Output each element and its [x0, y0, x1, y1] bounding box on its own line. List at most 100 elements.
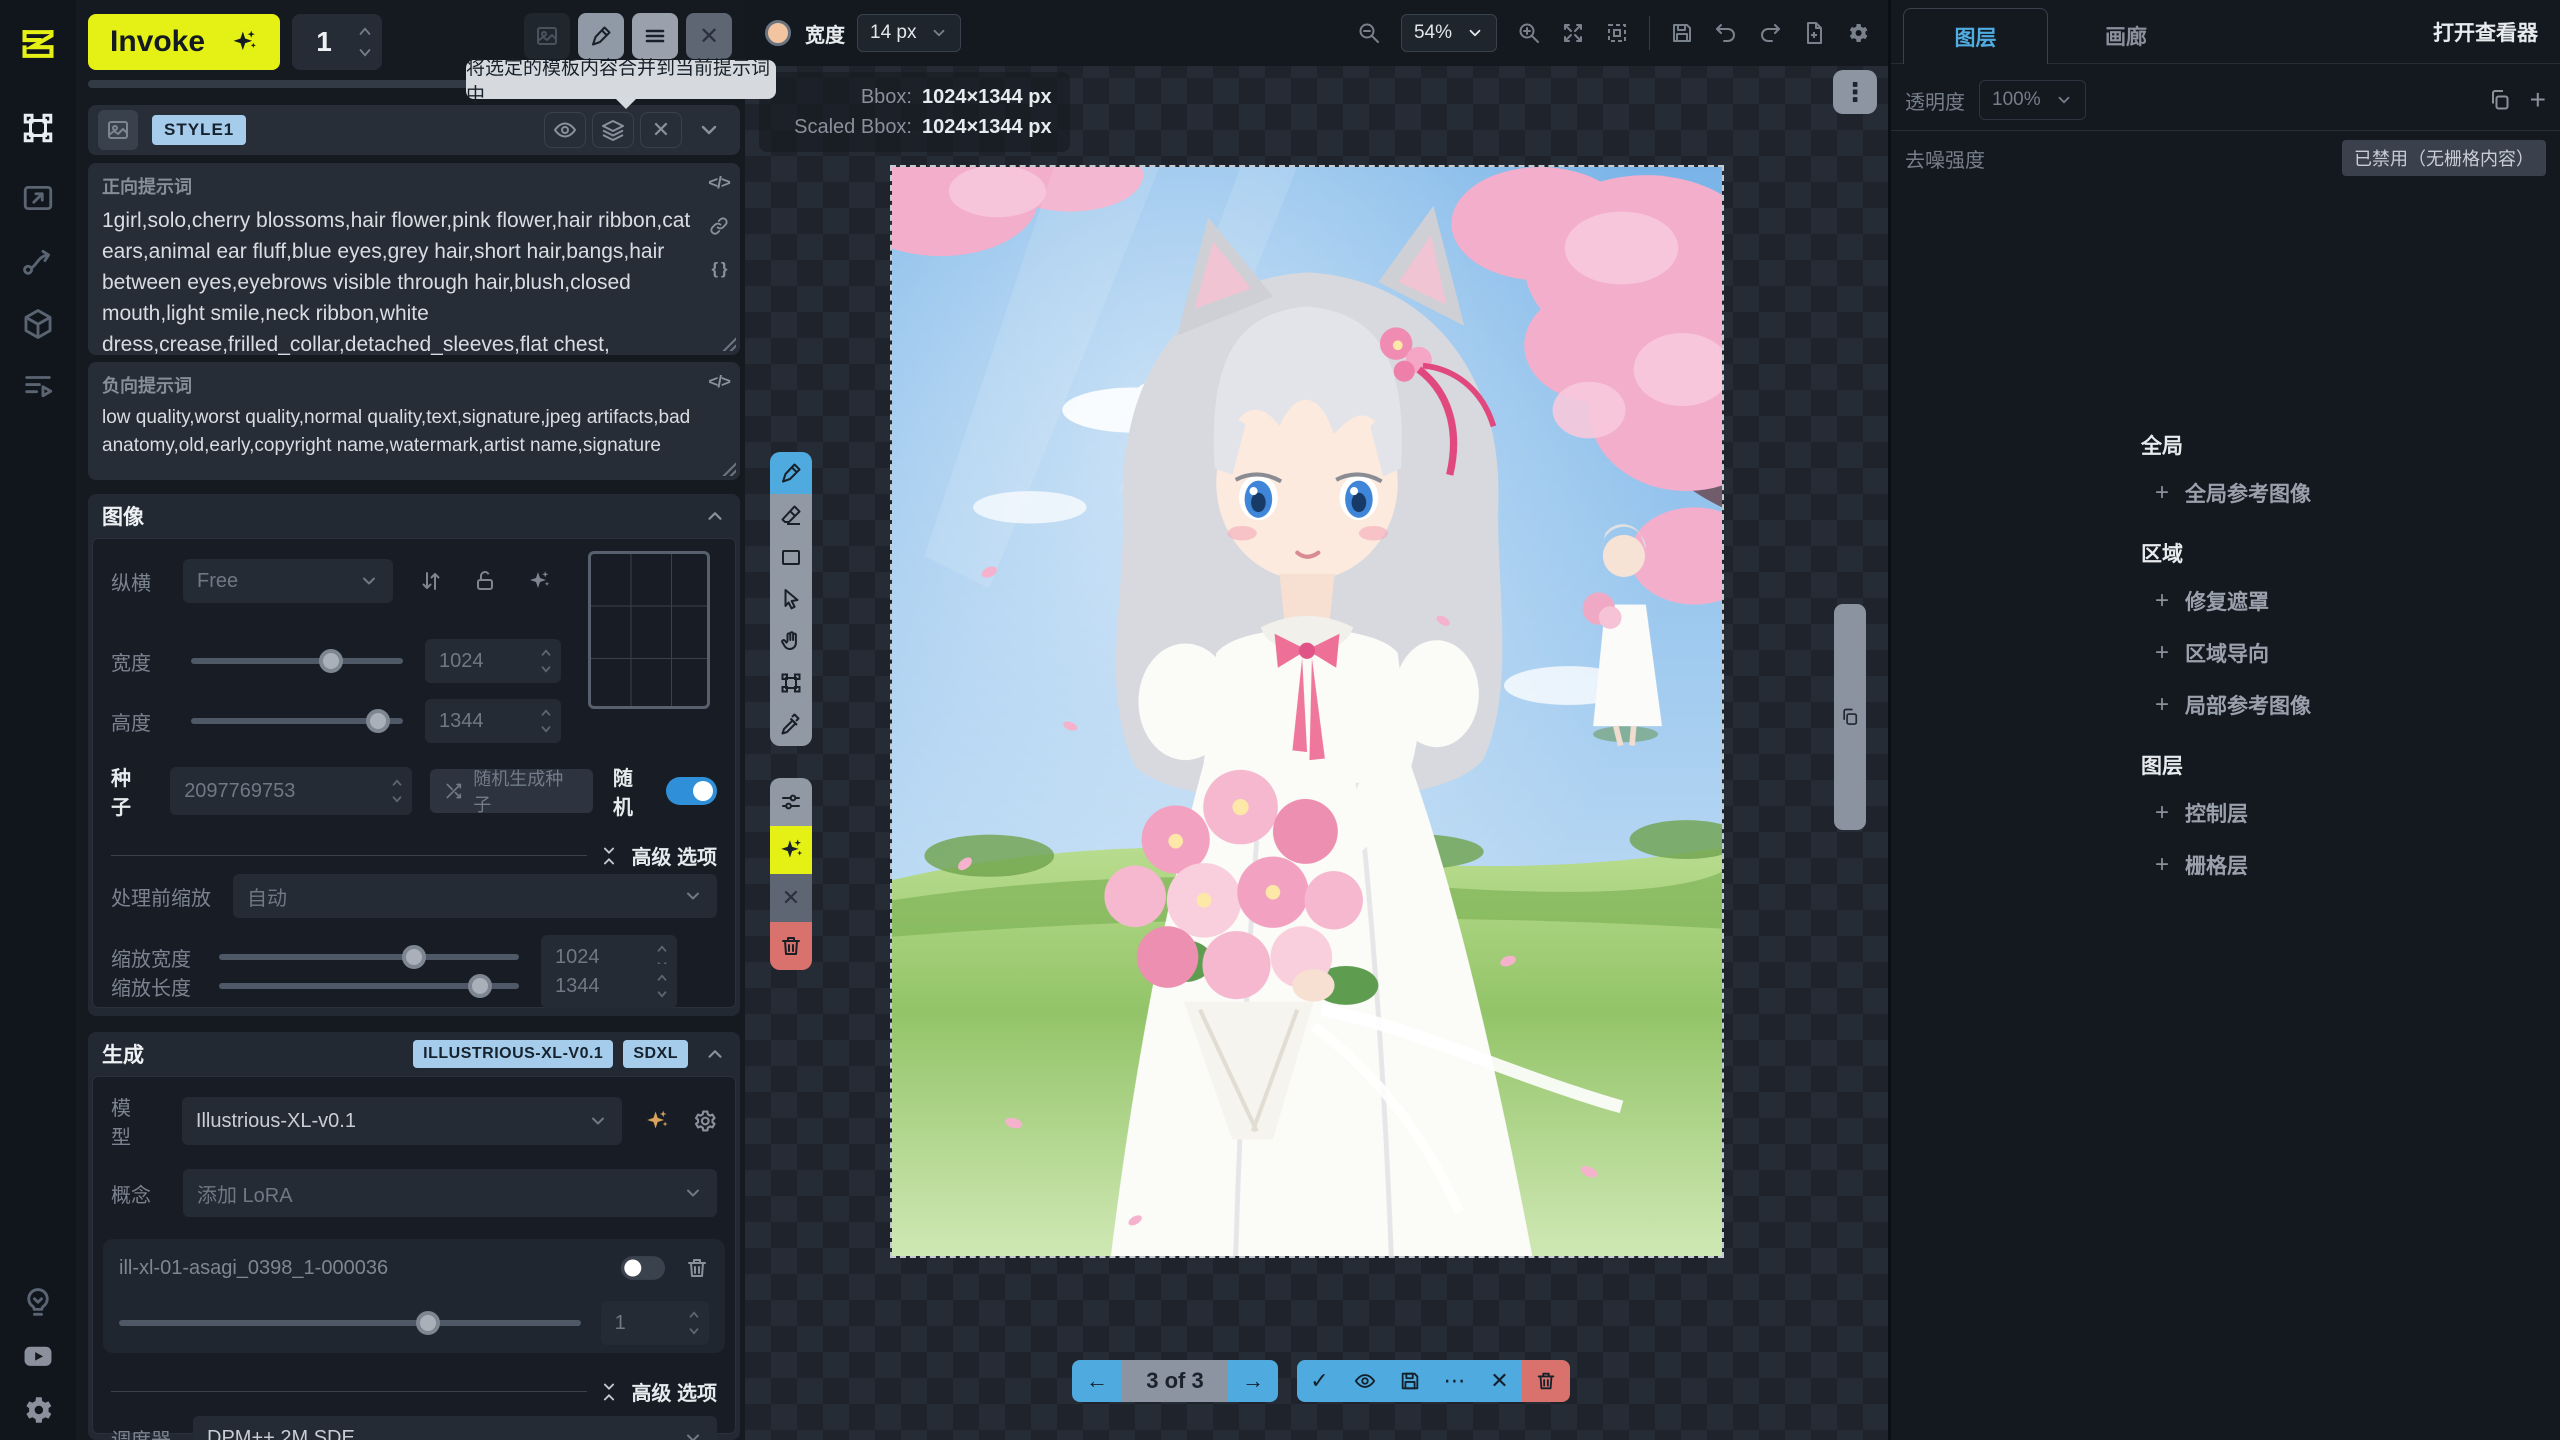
- invoke-region-button[interactable]: [770, 826, 812, 874]
- image-section-header[interactable]: 图像: [88, 494, 740, 538]
- opacity-select[interactable]: 100%: [1979, 80, 2086, 120]
- template-preview-button[interactable]: [544, 112, 586, 148]
- discard-image-button[interactable]: ✕: [1477, 1360, 1522, 1402]
- tab-layers[interactable]: 图层: [1903, 8, 2048, 64]
- step-up-icon[interactable]: [539, 648, 553, 657]
- move-tool[interactable]: [770, 578, 812, 620]
- next-image-button[interactable]: →: [1228, 1360, 1278, 1402]
- template-image-button[interactable]: [98, 110, 138, 150]
- settings-icon[interactable]: [18, 1390, 58, 1430]
- fit-to-view-icon[interactable]: [1561, 21, 1585, 45]
- positive-prompt-resize-handle[interactable]: [720, 335, 736, 351]
- add-lora-select[interactable]: 添加 LoRA: [183, 1169, 717, 1217]
- youtube-icon[interactable]: [18, 1336, 58, 1376]
- width-slider[interactable]: [191, 658, 403, 664]
- model-settings-gear-icon[interactable]: [692, 1108, 717, 1134]
- style-template-badge[interactable]: STYLE1: [152, 115, 246, 145]
- preview-image-button[interactable]: [1342, 1360, 1387, 1402]
- model-select[interactable]: Illustrious-XL-v0.1: [182, 1097, 623, 1145]
- queue-count-stepper[interactable]: 1: [292, 14, 382, 70]
- template-clear-button[interactable]: ✕: [640, 112, 682, 148]
- queue-decrement-icon[interactable]: [356, 47, 374, 59]
- lora-weight-input[interactable]: 1: [601, 1301, 709, 1345]
- fit-bbox-icon[interactable]: [1605, 21, 1629, 45]
- staging-drawer-handle[interactable]: [1834, 604, 1866, 830]
- lora-trash-icon[interactable]: [685, 1256, 709, 1280]
- discard-all-button[interactable]: [1522, 1360, 1570, 1402]
- canvas-workspace[interactable]: 宽度 14 px 54%: [745, 0, 1888, 1440]
- zoom-out-icon[interactable]: [1357, 21, 1381, 45]
- zoom-in-icon[interactable]: [1517, 21, 1541, 45]
- tab-queue-icon[interactable]: [18, 366, 58, 406]
- template-expand-button[interactable]: [688, 112, 730, 148]
- duplicate-layer-icon[interactable]: [2488, 88, 2512, 112]
- brush-width-select[interactable]: 14 px: [857, 14, 961, 52]
- scale-before-select[interactable]: 自动: [233, 874, 717, 918]
- lora-enabled-toggle[interactable]: [621, 1256, 665, 1280]
- lora-weight-slider[interactable]: [119, 1320, 581, 1326]
- prev-image-button[interactable]: ←: [1072, 1360, 1122, 1402]
- transform-tool[interactable]: [770, 662, 812, 704]
- canvas-context-menu-button[interactable]: ⋮: [1833, 70, 1877, 114]
- randomize-seed-button[interactable]: 随机生成种子: [430, 769, 593, 813]
- aspect-select[interactable]: Free: [183, 559, 393, 603]
- step-up-icon[interactable]: [655, 944, 669, 953]
- step-down-icon[interactable]: [655, 990, 669, 999]
- random-seed-toggle[interactable]: [666, 777, 717, 805]
- chevron-up-icon[interactable]: [704, 505, 726, 527]
- height-input[interactable]: 1344: [425, 699, 561, 743]
- add-raster-layer[interactable]: + 栅格层: [2141, 850, 2541, 880]
- scaled-height-input[interactable]: 1344: [541, 964, 677, 1008]
- prompt-braces-icon[interactable]: { }: [712, 259, 727, 279]
- add-global-reference-image[interactable]: + 全局参考图像: [2141, 478, 2541, 508]
- eraser-tool[interactable]: [770, 494, 812, 536]
- tab-workflows-icon[interactable]: [18, 242, 58, 282]
- step-down-icon[interactable]: [539, 725, 553, 734]
- tab-canvas-icon[interactable]: [18, 108, 58, 148]
- rect-tool[interactable]: [770, 536, 812, 578]
- invoke-logo-icon[interactable]: [18, 24, 58, 64]
- redo-icon[interactable]: [1758, 21, 1782, 45]
- generation-advanced-options[interactable]: 高级 选项: [111, 1377, 717, 1406]
- scaled-height-slider[interactable]: [219, 983, 519, 989]
- step-down-icon[interactable]: [687, 1327, 701, 1336]
- negative-prompt-box[interactable]: 负向提示词 low quality,worst quality,normal q…: [88, 362, 740, 480]
- generation-section-header[interactable]: 生成 ILLUSTRIOUS-XL-V0.1 SDXL: [88, 1032, 740, 1076]
- tab-models-icon[interactable]: [18, 304, 58, 344]
- prompt-link-icon[interactable]: [708, 215, 730, 237]
- negative-prompt-text[interactable]: low quality,worst quality,normal quality…: [102, 404, 702, 460]
- optimize-size-icon[interactable]: [527, 569, 551, 593]
- add-regional-guidance[interactable]: + 区域导向: [2141, 638, 2541, 668]
- add-layer-icon[interactable]: +: [2530, 88, 2546, 112]
- step-up-icon[interactable]: [390, 778, 404, 787]
- width-input[interactable]: 1024: [425, 639, 561, 683]
- step-up-icon[interactable]: [655, 973, 669, 982]
- tab-upscale-icon[interactable]: [18, 178, 58, 218]
- invoke-button[interactable]: Invoke: [88, 14, 280, 70]
- prompt-syntax-icon[interactable]: </>: [708, 173, 730, 193]
- queue-increment-icon[interactable]: [356, 25, 374, 37]
- height-slider[interactable]: [191, 718, 403, 724]
- scheduler-select[interactable]: DPM++ 2M SDE: [193, 1416, 717, 1440]
- step-up-icon[interactable]: [539, 708, 553, 717]
- brush-color-swatch[interactable]: [765, 20, 791, 46]
- color-picker-tool[interactable]: [770, 704, 812, 746]
- cancel-region-button[interactable]: ✕: [770, 874, 812, 922]
- negative-prompt-resize-handle[interactable]: [720, 460, 736, 476]
- add-inpaint-mask[interactable]: + 修复遮罩: [2141, 586, 2541, 616]
- step-down-icon[interactable]: [390, 795, 404, 804]
- new-session-icon[interactable]: [1802, 21, 1826, 45]
- positive-prompt-box[interactable]: 正向提示词 1girl,solo,cherry blossoms,hair fl…: [88, 163, 740, 355]
- step-down-icon[interactable]: [539, 665, 553, 674]
- positive-prompt-text[interactable]: 1girl,solo,cherry blossoms,hair flower,p…: [102, 205, 702, 360]
- zoom-level-select[interactable]: 54%: [1401, 14, 1497, 52]
- unlock-aspect-icon[interactable]: [473, 569, 497, 593]
- more-options-button[interactable]: ⋯: [1432, 1360, 1477, 1402]
- prompt-syntax-icon[interactable]: </>: [708, 372, 730, 392]
- chevron-up-icon[interactable]: [704, 1043, 726, 1065]
- image-advanced-options[interactable]: 高级 选项: [111, 841, 717, 870]
- model-sparkle-icon[interactable]: [644, 1108, 669, 1134]
- undo-icon[interactable]: [1714, 21, 1738, 45]
- whats-new-icon[interactable]: [18, 1283, 58, 1323]
- accept-image-button[interactable]: ✓: [1297, 1360, 1342, 1402]
